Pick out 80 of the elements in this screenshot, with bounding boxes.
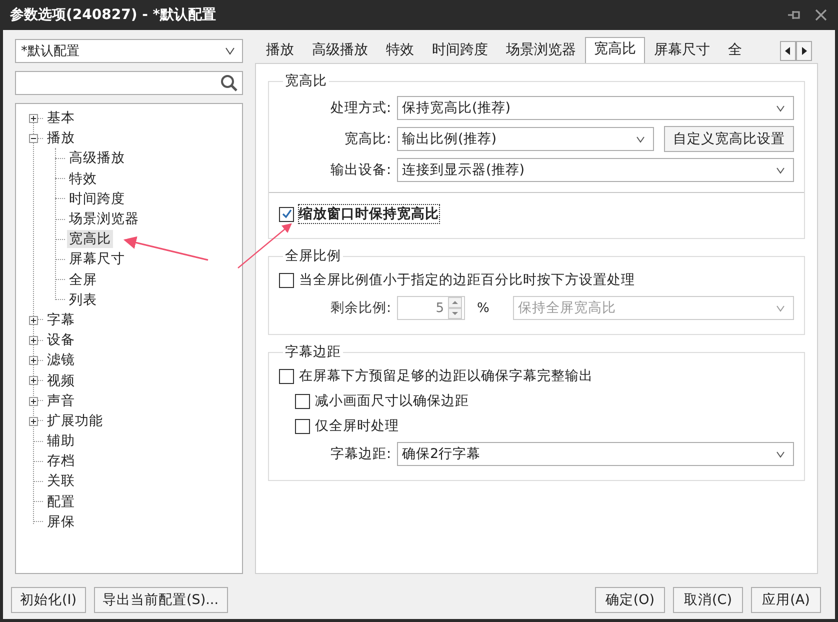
footer-button[interactable]: 确定(O) bbox=[595, 587, 665, 613]
tree-item[interactable]: 播放 bbox=[45, 129, 77, 148]
expander-icon[interactable] bbox=[29, 114, 38, 123]
tree-item[interactable]: 配置 bbox=[45, 492, 77, 511]
chevron-icon bbox=[776, 304, 785, 312]
unit-label: % bbox=[476, 300, 490, 316]
tab[interactable]: 全 bbox=[719, 38, 751, 63]
checkbox[interactable] bbox=[279, 206, 294, 222]
field-label: 宽高比: bbox=[343, 130, 391, 148]
tab[interactable]: 屏幕尺寸 bbox=[645, 38, 719, 63]
tree-item[interactable]: 特效 bbox=[67, 170, 99, 188]
expander-icon[interactable] bbox=[29, 416, 38, 426]
checkbox-label[interactable]: 仅全屏时处理 bbox=[315, 417, 399, 435]
pin-icon[interactable] bbox=[787, 9, 801, 21]
search-field[interactable] bbox=[15, 71, 243, 95]
tree-item[interactable]: 宽高比 bbox=[67, 230, 113, 248]
expander-icon[interactable] bbox=[29, 356, 38, 366]
profile-dropdown[interactable]: *默认配置 bbox=[15, 39, 243, 63]
window-title: 参数选项(240827) - *默认配置 bbox=[10, 6, 218, 24]
chevron-icon bbox=[776, 104, 785, 112]
search-icon bbox=[220, 74, 238, 92]
scroll-right-icon[interactable] bbox=[796, 41, 812, 61]
tree-item[interactable]: 存档 bbox=[45, 452, 77, 470]
tree-item[interactable]: 屏保 bbox=[45, 512, 77, 531]
tab[interactable]: 特效 bbox=[377, 38, 423, 63]
footer-button[interactable]: 导出当前配置(S)... bbox=[94, 587, 228, 613]
expander-icon[interactable] bbox=[29, 396, 38, 406]
checkbox[interactable] bbox=[279, 368, 294, 384]
checkbox[interactable] bbox=[295, 394, 310, 408]
tree-item[interactable]: 场景浏览器 bbox=[67, 210, 141, 228]
tree-item[interactable]: 视频 bbox=[45, 372, 77, 390]
tree-item[interactable]: 滤镜 bbox=[45, 351, 77, 370]
field-label: 字幕边距: bbox=[329, 445, 391, 463]
field-label: 输出设备: bbox=[329, 161, 391, 179]
chevron-icon bbox=[776, 450, 785, 458]
group-title: 字幕边距 bbox=[284, 343, 342, 361]
chevron-icon bbox=[636, 136, 645, 142]
tab[interactable]: 高级播放 bbox=[303, 38, 377, 63]
dropdown[interactable]: 保持宽高比(推荐) bbox=[397, 96, 794, 120]
tree-item[interactable]: 字幕 bbox=[45, 310, 77, 329]
tab[interactable]: 宽高比 bbox=[585, 37, 645, 63]
tree-item[interactable]: 全屏 bbox=[67, 270, 99, 289]
checkbox-label[interactable]: 当全屏比例值小于指定的边距百分比时按下方设置处理 bbox=[299, 271, 635, 289]
tree-item[interactable]: 屏幕尺寸 bbox=[67, 250, 127, 268]
checkbox-label[interactable]: 缩放窗口时保持宽高比 bbox=[299, 205, 439, 223]
tree-item[interactable]: 时间跨度 bbox=[67, 190, 127, 208]
field-label: 剩余比例: bbox=[329, 299, 391, 317]
tree-item[interactable]: 关联 bbox=[45, 472, 77, 490]
checkbox-label[interactable]: 减小画面尺寸以确保边距 bbox=[315, 392, 469, 410]
footer-button[interactable]: 取消(C) bbox=[673, 587, 743, 613]
expander-icon[interactable] bbox=[29, 336, 38, 346]
tab[interactable]: 播放 bbox=[257, 38, 303, 63]
tree-item[interactable]: 基本 bbox=[45, 109, 77, 128]
field-label: 处理方式: bbox=[329, 99, 391, 117]
tree-item[interactable]: 列表 bbox=[67, 290, 99, 309]
footer-button[interactable]: 初始化(I) bbox=[11, 587, 86, 613]
checkbox-label[interactable]: 在屏幕下方预留足够的边距以确保字幕完整输出 bbox=[299, 367, 593, 385]
chevron-icon bbox=[225, 47, 235, 55]
scroll-left-icon[interactable] bbox=[780, 41, 796, 61]
tab[interactable]: 场景浏览器 bbox=[497, 38, 585, 63]
expander-icon[interactable] bbox=[29, 376, 38, 386]
dropdown[interactable]: 连接到显示器(推荐) bbox=[397, 158, 794, 182]
tree-item[interactable]: 扩展功能 bbox=[45, 412, 105, 430]
checkbox[interactable] bbox=[295, 418, 310, 434]
close-icon[interactable] bbox=[815, 9, 827, 21]
dropdown[interactable]: 输出比例(推荐) bbox=[397, 127, 654, 151]
checkbox[interactable] bbox=[279, 272, 294, 288]
expander-icon[interactable] bbox=[29, 134, 38, 144]
tree-item[interactable]: 设备 bbox=[45, 331, 77, 350]
custom-aspect-button[interactable]: 自定义宽高比设置 bbox=[664, 126, 794, 152]
group-title: 宽高比 bbox=[284, 72, 328, 90]
footer-button[interactable]: 应用(A) bbox=[751, 587, 821, 613]
tree-item[interactable]: 声音 bbox=[45, 392, 77, 410]
tab[interactable]: 时间跨度 bbox=[423, 38, 497, 63]
group-title: 全屏比例 bbox=[284, 247, 342, 265]
dropdown[interactable]: 确保2行字幕 bbox=[397, 442, 794, 466]
tree-item[interactable]: 辅助 bbox=[45, 432, 77, 450]
chevron-icon bbox=[776, 166, 785, 174]
expander-icon[interactable] bbox=[29, 316, 38, 325]
tree-item[interactable]: 高级播放 bbox=[67, 149, 127, 168]
